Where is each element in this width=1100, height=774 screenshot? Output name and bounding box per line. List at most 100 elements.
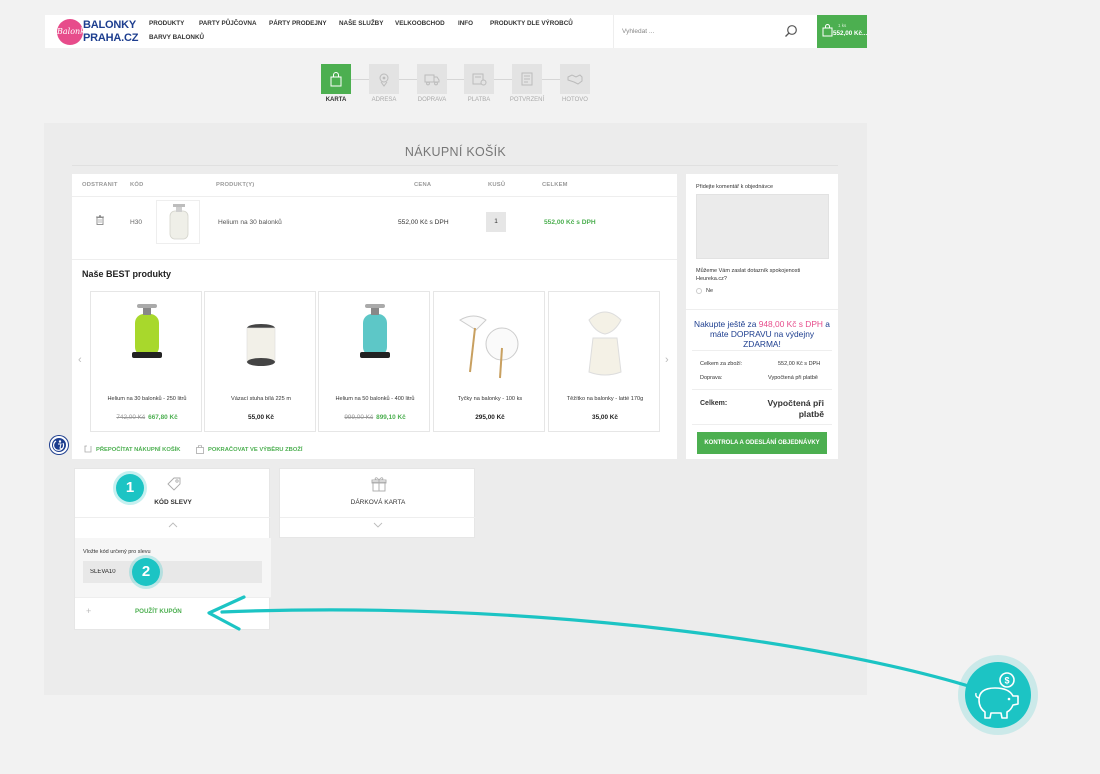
step-platba[interactable] [464, 64, 494, 94]
product-price: 999,00 Kč 899,10 Kč [319, 414, 431, 421]
search-box [613, 15, 803, 48]
step-hotovo[interactable] [560, 64, 590, 94]
old-price: 742,00 Kč [116, 414, 146, 421]
checkout-steps: KARTA ADRESA DOPRAVA PLATBA POTVRZENÍ HO… [0, 62, 1100, 110]
shopping-bag-icon [330, 72, 342, 87]
cart-table: ODSTRANIT KÓD PRODUKT(Y) CENA KUSŮ CELKE… [72, 174, 677, 459]
apply-coupon-button[interactable]: POUŽÍT KUPÓN [135, 608, 182, 615]
cart-button[interactable]: 1 ks 552,00 Kč... [817, 15, 867, 48]
trash-icon[interactable] [96, 215, 104, 225]
gift-card-panel[interactable]: DÁRKOVÁ KARTA [279, 468, 476, 538]
product-card[interactable]: Helium na 30 balonků - 250 litrů 742,00 … [90, 291, 202, 432]
subtotal-value: 552,00 Kč s DPH [778, 361, 821, 367]
page-title: NÁKUPNÍ KOŠÍK [404, 145, 507, 159]
col-header-remove: ODSTRANIT [82, 182, 118, 188]
regular-price: 35,00 Kč [592, 414, 618, 421]
row-product-name[interactable]: Helium na 30 balonků [218, 219, 282, 226]
search-input[interactable] [622, 26, 772, 37]
discount-code-panel: KÓD SLEVY Vložte kód určený pro slevu + … [74, 468, 271, 630]
nav-nase-sluzby[interactable]: NAŠE SLUŽBY [339, 20, 383, 27]
heureka-no-radio[interactable] [696, 288, 702, 294]
logo-badge: Balonky [57, 19, 83, 45]
product-price: 35,00 Kč [549, 414, 661, 421]
discount-code-input[interactable] [83, 561, 262, 583]
step-adresa[interactable] [369, 64, 399, 94]
chevron-down-icon[interactable] [373, 522, 383, 528]
location-pin-icon [379, 73, 389, 87]
subtotal-label: Celkem za zboží: [700, 361, 743, 367]
quantity-input[interactable]: 1 [486, 212, 506, 232]
carousel-prev-icon[interactable]: ‹ [78, 354, 82, 366]
col-header-qty: KUSŮ [488, 182, 506, 188]
divider [72, 165, 838, 166]
ribbon-spool-image [246, 324, 276, 366]
product-card[interactable]: Těžítko na balonky - latté 170g 35,00 Kč [548, 291, 660, 432]
total-label: Celkem: [700, 400, 728, 407]
best-products-title: Naše BEST produkty [82, 269, 172, 279]
tag-icon [167, 477, 181, 491]
product-name: Těžítko na balonky - latté 170g [566, 396, 644, 402]
piggy-bank-circle: $ [965, 662, 1031, 728]
promo-amount: 948,00 Kč s DPH [758, 319, 823, 329]
nav-party-pujcovna[interactable]: PARTY PŮJČOVNA [199, 20, 257, 27]
cart-total: 552,00 Kč... [833, 30, 868, 37]
payment-terminal-icon [472, 73, 487, 86]
step-connector [351, 79, 370, 80]
product-price: 55,00 Kč [205, 414, 317, 421]
comment-textarea[interactable] [696, 194, 829, 259]
svg-text:$: $ [1004, 676, 1009, 686]
row-code: H30 [130, 219, 143, 226]
gift-icon [371, 477, 387, 492]
nav-produkty-dle-vyrobcu[interactable]: PRODUKTY DLE VÝROBCŮ [490, 20, 573, 27]
nav-barvy-balonku[interactable]: BARVY BALONKŮ [149, 34, 204, 41]
col-header-code: KÓD [130, 182, 144, 188]
product-name: Tyčky na balonky - 100 ks [457, 396, 523, 402]
product-thumbnail[interactable] [156, 200, 200, 244]
discount-tab[interactable]: KÓD SLEVY [75, 469, 271, 517]
col-header-total: CELKEM [542, 182, 568, 188]
product-name: Vázací stuha bílá 225 m [230, 396, 291, 402]
nav-velkoobchod[interactable]: VELKOOBCHOD [395, 20, 445, 27]
site-header: Balonky BALONKY PRAHA.CZ PRODUKTY PARTY … [45, 15, 867, 48]
divider [72, 259, 677, 260]
nav-produkty[interactable]: PRODUKTY [149, 20, 184, 27]
nav-info[interactable]: INFO [458, 20, 473, 27]
promo-text-start: Nakupte ještě za [694, 319, 759, 329]
old-price: 999,00 Kč [344, 414, 374, 421]
product-card[interactable]: Tyčky na balonky - 100 ks 295,00 Kč [433, 291, 545, 432]
shopping-bag-icon [822, 24, 833, 37]
recalculate-cart-link[interactable]: PŘEPOČÍTAT NÁKUPNÍ KOŠÍK [84, 445, 181, 453]
step-connector [541, 79, 560, 80]
heureka-question: Můžeme Vám zaslat dotazník spokojenosti … [696, 268, 801, 282]
logo-line1: BALONKY [83, 19, 136, 31]
nav-party-prodejny[interactable]: PÁRTY PRODEJNY [269, 20, 327, 27]
total-value: Vypočtená při platbě [767, 398, 824, 419]
step-connector [494, 79, 512, 80]
row-total: 552,00 Kč s DPH [544, 219, 596, 226]
order-summary: Přidejte komentář k objednávce Můžeme Vá… [686, 174, 838, 459]
step-karta[interactable] [321, 64, 351, 94]
piggy-bank-badge: $ [958, 655, 1038, 735]
logo[interactable]: Balonky BALONKY PRAHA.CZ [57, 18, 138, 45]
search-icon [785, 25, 797, 37]
col-header-price: CENA [414, 182, 432, 188]
accessibility-widget[interactable] [50, 436, 68, 454]
divider [280, 517, 476, 518]
divider [75, 517, 271, 518]
product-card[interactable]: Helium na 50 balonků - 400 litrů 999,00 … [318, 291, 430, 432]
divider [692, 424, 832, 425]
step-potvrzeni[interactable] [512, 64, 542, 94]
chevron-up-icon[interactable] [168, 522, 178, 528]
continue-shopping-link[interactable]: POKRAČOVAT VE VÝBĚRU ZBOŽÍ [196, 445, 302, 454]
recalculate-cart-label: PŘEPOČÍTAT NÁKUPNÍ KOŠÍK [96, 447, 181, 453]
col-header-product: PRODUKT(Y) [216, 182, 255, 188]
product-name: Helium na 30 balonků - 250 litrů [107, 396, 187, 402]
helium-tank-teal-image [360, 304, 390, 358]
step-doprava[interactable] [417, 64, 447, 94]
product-card[interactable]: Vázací stuha bílá 225 m 55,00 Kč [204, 291, 316, 432]
refresh-icon [84, 445, 92, 453]
carousel-next-icon[interactable]: › [665, 354, 669, 366]
divider [686, 309, 838, 310]
search-button[interactable] [784, 24, 798, 38]
checkout-button[interactable]: KONTROLA A ODESLÁNÍ OBJEDNÁVKY [697, 432, 827, 454]
